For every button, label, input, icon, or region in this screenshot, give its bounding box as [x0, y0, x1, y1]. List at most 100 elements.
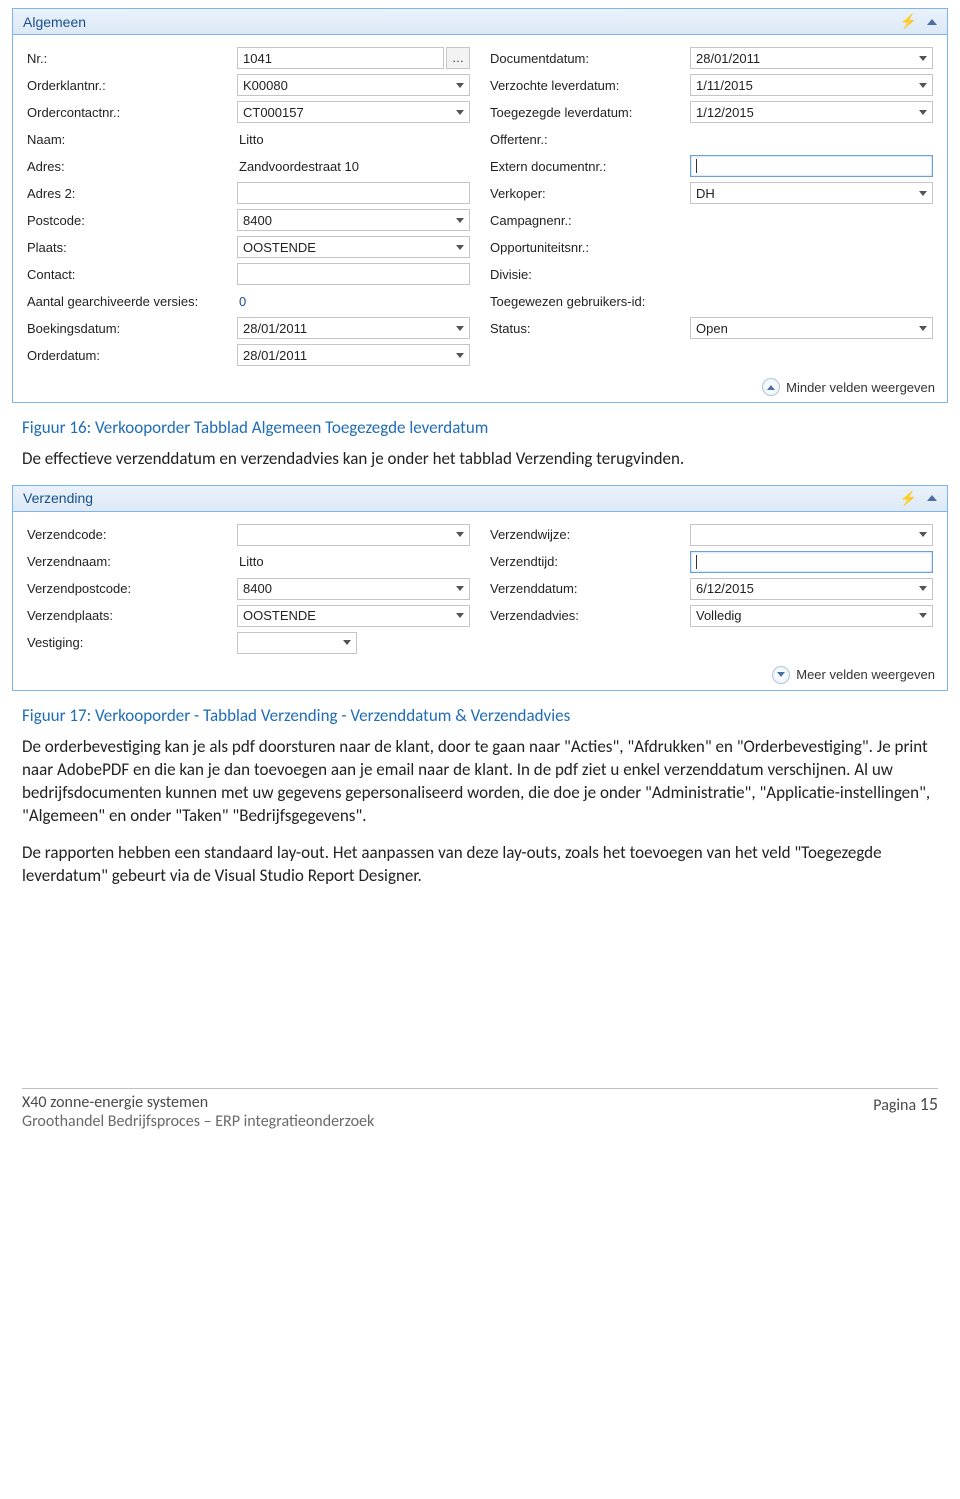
collapse-icon[interactable] — [927, 19, 937, 25]
form-row: Aantal gearchiveerde versies:0 — [27, 289, 470, 313]
dropdown[interactable] — [237, 632, 357, 654]
chevron-down-icon — [772, 666, 790, 684]
field-value — [690, 155, 933, 177]
dropdown[interactable]: 28/01/2011 — [237, 344, 470, 366]
dropdown[interactable]: DH — [690, 182, 933, 204]
dropdown[interactable]: 6/12/2015 — [690, 578, 933, 600]
page-footer: X40 zonne-energie systemen Groothandel B… — [22, 1088, 938, 1131]
field-value: 1/11/2015 — [690, 74, 933, 96]
lightning-icon[interactable]: ⚡ — [900, 13, 917, 30]
field-value: 8400 — [237, 578, 470, 600]
dropdown[interactable]: K00080 — [237, 74, 470, 96]
static-text: Zandvoordestraat 10 — [237, 158, 470, 175]
form-row: Vestiging: — [27, 631, 470, 655]
form-row: Status:Open — [490, 316, 933, 340]
text-input[interactable] — [690, 155, 933, 177]
paragraph-3: De rapporten hebben een standaard lay-ou… — [22, 842, 938, 888]
form-row: Adres 2: — [27, 181, 470, 205]
static-text: Litto — [237, 553, 470, 570]
chevron-down-icon — [919, 532, 927, 537]
footer-page-label: Pagina — [873, 1096, 919, 1115]
form-row: Orderdatum:28/01/2011 — [27, 343, 470, 367]
field-value — [690, 273, 933, 275]
field-label: Verzenddatum: — [490, 581, 690, 596]
field-label: Toegezegde leverdatum: — [490, 105, 690, 120]
field-label: Verzendplaats: — [27, 608, 237, 623]
dropdown[interactable]: Open — [690, 317, 933, 339]
lightning-icon[interactable]: ⚡ — [900, 490, 917, 507]
field-label: Campagnenr.: — [490, 213, 690, 228]
static-text — [690, 273, 933, 275]
dropdown[interactable]: OOSTENDE — [237, 236, 470, 258]
toggle-fields-label: Minder velden weergeven — [786, 380, 935, 395]
field-label: Verzendtijd: — [490, 554, 690, 569]
field-label: Toegewezen gebruikers-id: — [490, 294, 690, 309]
panel-verzending-title: Verzending — [23, 490, 93, 506]
form-row: Divisie: — [490, 262, 933, 286]
form-row: Opportuniteitsnr.: — [490, 235, 933, 259]
field-label: Extern documentnr.: — [490, 159, 690, 174]
field-label: Orderklantnr.: — [27, 78, 237, 93]
chevron-down-icon — [456, 110, 464, 115]
field-label: Adres 2: — [27, 186, 237, 201]
text-input[interactable] — [237, 263, 470, 285]
panel-algemeen-body: Nr.:1041…Orderklantnr.:K00080Ordercontac… — [13, 35, 947, 372]
dropdown[interactable]: 28/01/2011 — [690, 47, 933, 69]
field-value — [690, 551, 933, 573]
field-label: Vestiging: — [27, 635, 237, 650]
dropdown[interactable] — [690, 524, 933, 546]
chevron-down-icon — [456, 218, 464, 223]
dropdown[interactable]: Volledig — [690, 605, 933, 627]
field-value — [690, 138, 933, 140]
field-value: Zandvoordestraat 10 — [237, 158, 470, 175]
field-value: CT000157 — [237, 101, 470, 123]
link-value[interactable]: 0 — [237, 293, 470, 310]
field-label: Boekingsdatum: — [27, 321, 237, 336]
footer-left-2: Groothandel Bedrijfsproces – ERP integra… — [22, 1112, 374, 1131]
dropdown[interactable]: 1/12/2015 — [690, 101, 933, 123]
form-row: Verzendwijze: — [490, 523, 933, 547]
field-label: Ordercontactnr.: — [27, 105, 237, 120]
toggle-fields-button[interactable]: Meer velden weergeven — [772, 666, 935, 684]
dropdown[interactable]: 8400 — [237, 209, 470, 231]
text-input[interactable] — [237, 182, 470, 204]
field-value — [237, 632, 470, 654]
dropdown[interactable]: CT000157 — [237, 101, 470, 123]
lookup-button[interactable]: … — [446, 47, 470, 69]
static-text — [690, 300, 933, 302]
collapse-icon[interactable] — [927, 495, 937, 501]
field-label: Verzendadvies: — [490, 608, 690, 623]
field-label: Verzendpostcode: — [27, 581, 237, 596]
panel-verzending-header[interactable]: Verzending ⚡ — [13, 486, 947, 512]
text-input[interactable] — [690, 551, 933, 573]
field-label: Divisie: — [490, 267, 690, 282]
dropdown[interactable]: 28/01/2011 — [237, 317, 470, 339]
dropdown[interactable]: 8400 — [237, 578, 470, 600]
dropdown[interactable] — [237, 524, 470, 546]
field-label: Status: — [490, 321, 690, 336]
form-row: Toegewezen gebruikers-id: — [490, 289, 933, 313]
field-value — [237, 524, 470, 546]
field-value — [690, 219, 933, 221]
form-row: Adres:Zandvoordestraat 10 — [27, 154, 470, 178]
field-value: Volledig — [690, 605, 933, 627]
chevron-down-icon — [919, 110, 927, 115]
form-row: Plaats:OOSTENDE — [27, 235, 470, 259]
dropdown[interactable]: OOSTENDE — [237, 605, 470, 627]
dropdown[interactable]: 1/11/2015 — [690, 74, 933, 96]
toggle-fields-button[interactable]: Minder velden weergeven — [762, 378, 935, 396]
footer-page-number: 15 — [920, 1093, 938, 1115]
field-value — [690, 524, 933, 546]
field-value: 0 — [237, 293, 470, 310]
field-value: 28/01/2011 — [237, 344, 470, 366]
form-row: Documentdatum:28/01/2011 — [490, 46, 933, 70]
field-label: Offertenr.: — [490, 132, 690, 147]
chevron-down-icon — [919, 613, 927, 618]
panel-algemeen-header[interactable]: Algemeen ⚡ — [13, 9, 947, 35]
paragraph-2: De orderbevestiging kan je als pdf doors… — [22, 736, 938, 828]
text-input[interactable]: 1041 — [237, 47, 444, 69]
figure-caption-16: Figuur 16: Verkooporder Tabblad Algemeen… — [22, 417, 938, 438]
form-row: Verzenddatum:6/12/2015 — [490, 577, 933, 601]
field-value — [690, 300, 933, 302]
form-row: Naam:Litto — [27, 127, 470, 151]
